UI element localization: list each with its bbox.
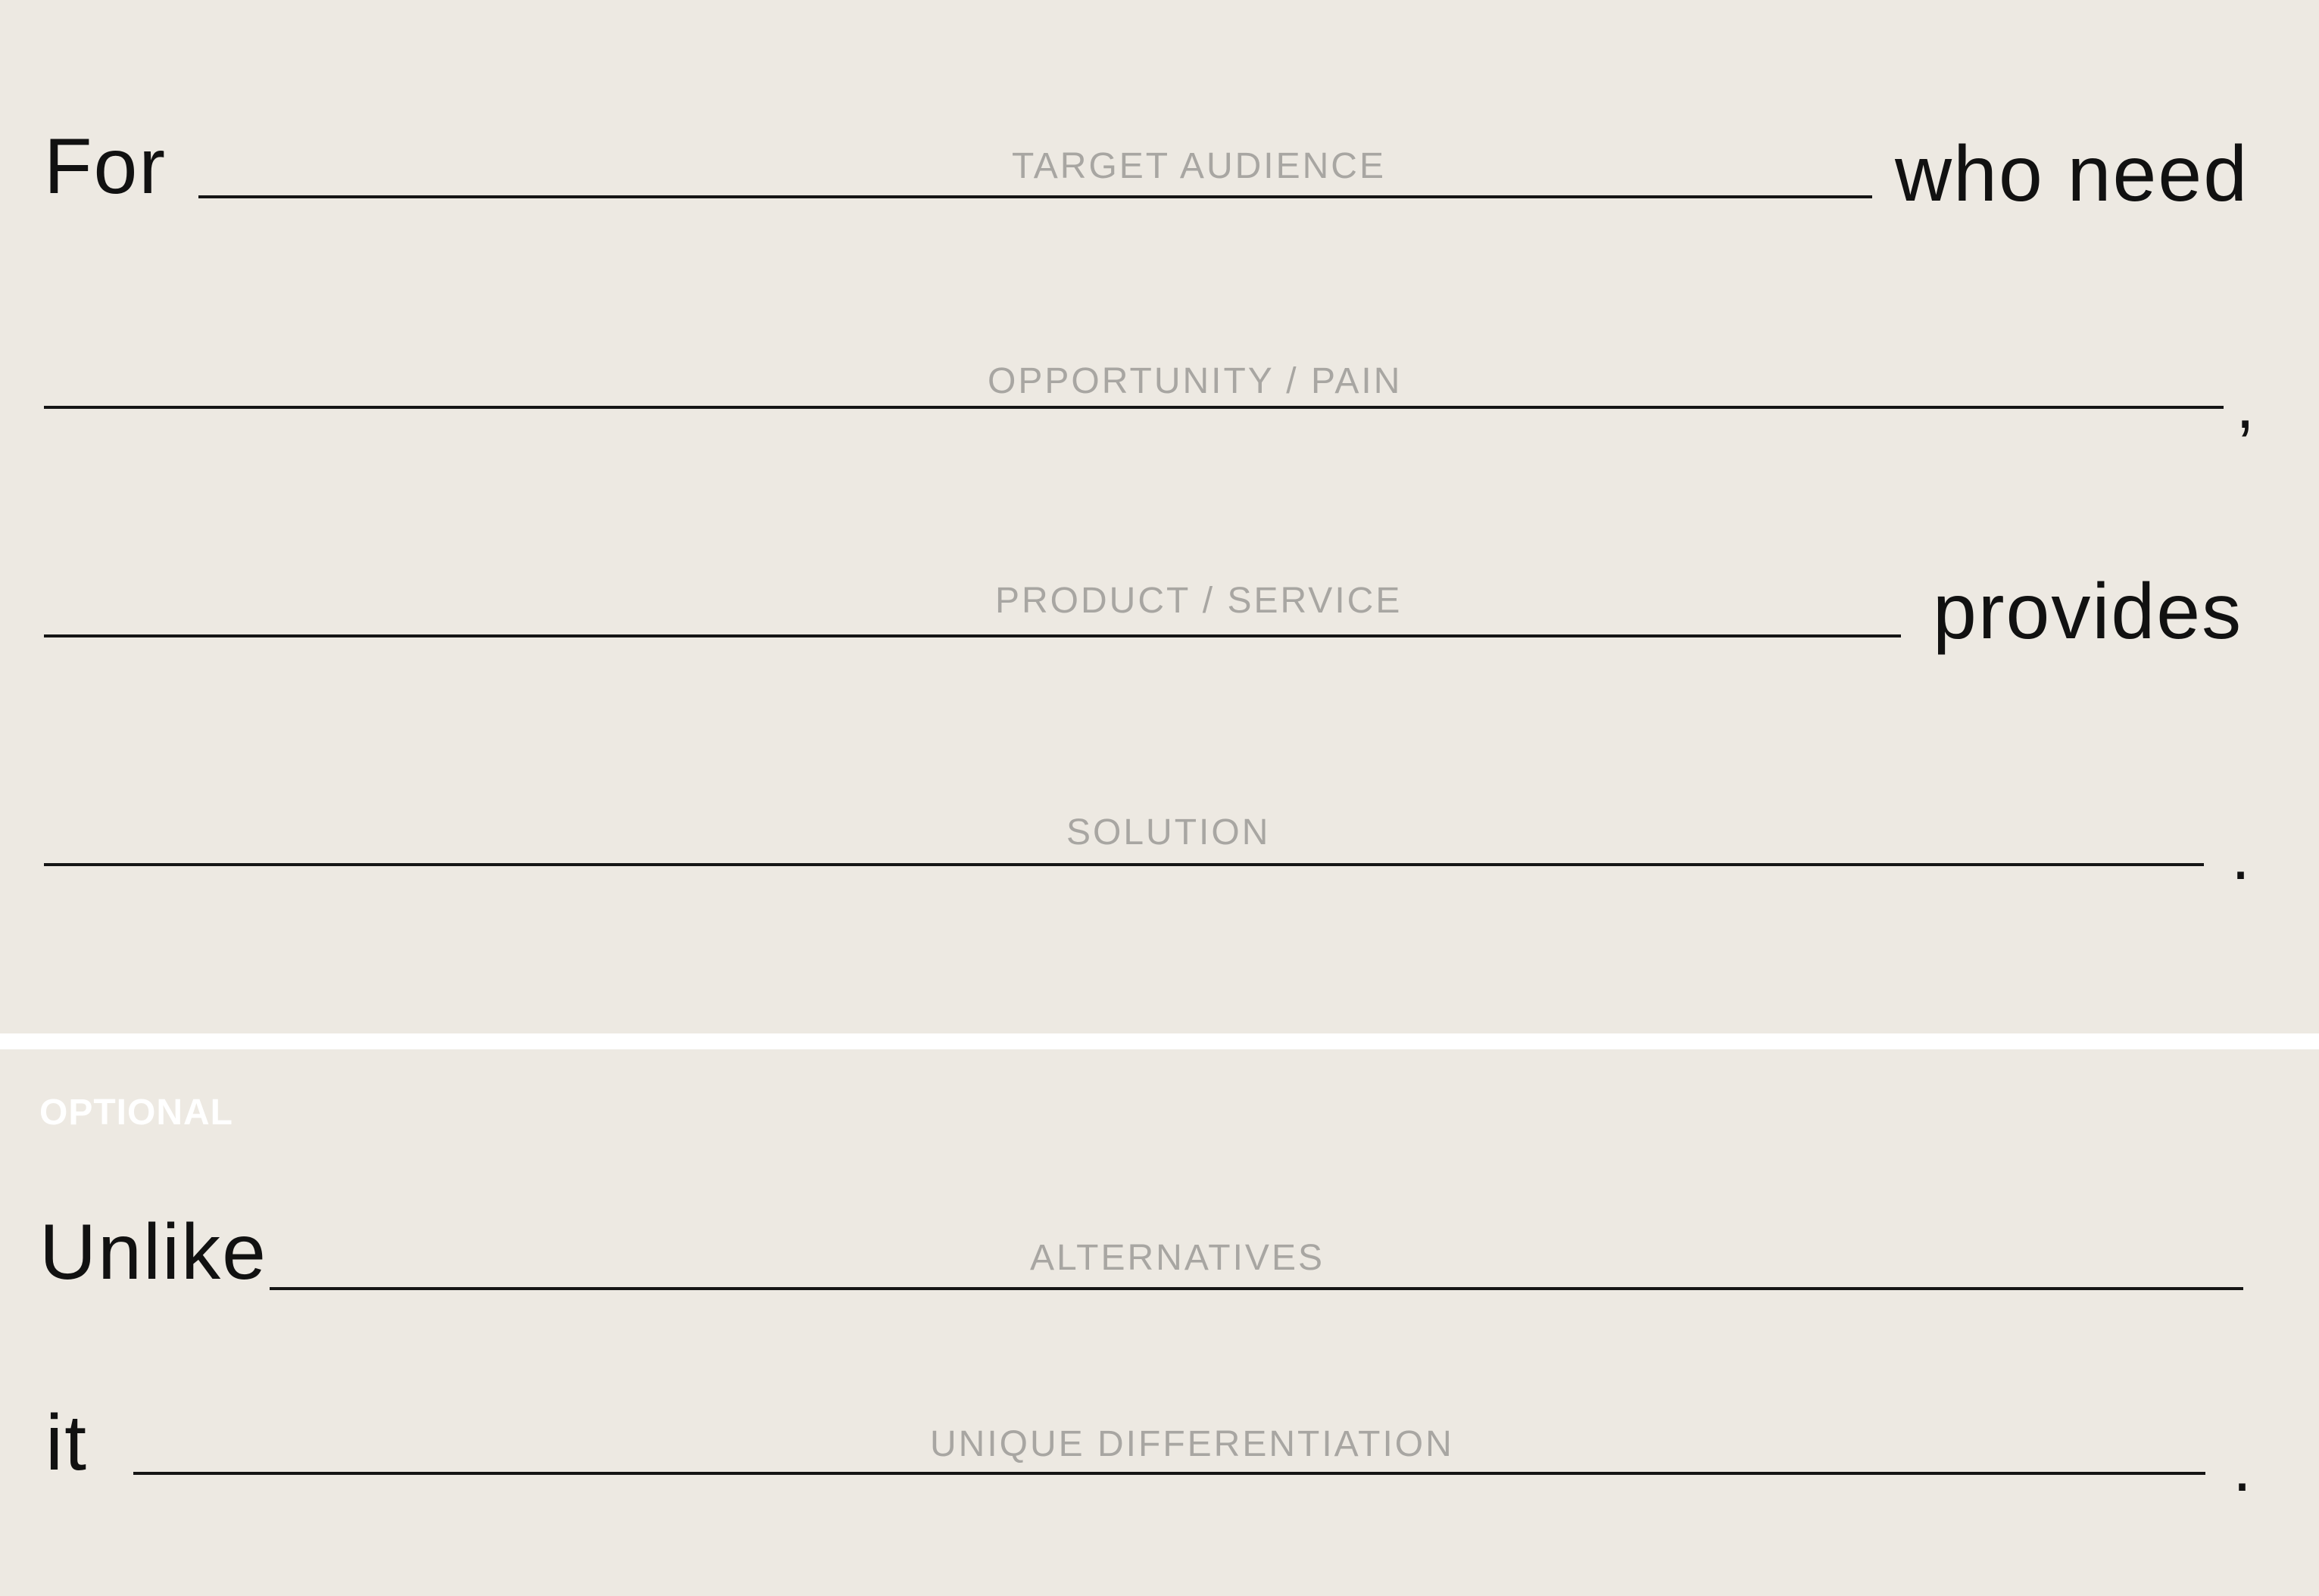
alternatives-blank[interactable]: [270, 1287, 2243, 1290]
comma-mark: ,: [2236, 367, 2255, 443]
solution-hint: SOLUTION: [1066, 812, 1271, 853]
alternatives-hint: ALTERNATIVES: [1030, 1238, 1325, 1278]
for-word: For: [44, 123, 167, 210]
unique-differentiation-hint: UNIQUE DIFFERENTIATION: [930, 1424, 1454, 1464]
who-need-word: who need: [1895, 130, 2249, 218]
product-service-blank[interactable]: [44, 634, 1901, 637]
statement-panel: For TARGET AUDIENCE who need OPPORTUNITY…: [0, 0, 2319, 1033]
unique-differentiation-blank[interactable]: [133, 1472, 2205, 1475]
unlike-word: Unlike: [39, 1208, 267, 1296]
opportunity-pain-hint: OPPORTUNITY / PAIN: [988, 361, 1403, 401]
provides-word: provides: [1933, 568, 2243, 656]
optional-panel: OPTIONAL Unlike ALTERNATIVES it UNIQUE D…: [0, 1049, 2319, 1596]
target-audience-blank[interactable]: [198, 195, 1872, 198]
period-mark-optional: .: [2233, 1430, 2252, 1506]
optional-badge: OPTIONAL: [39, 1093, 233, 1133]
it-word: it: [45, 1399, 88, 1487]
solution-blank[interactable]: [44, 863, 2204, 866]
product-service-hint: PRODUCT / SERVICE: [995, 581, 1403, 621]
target-audience-hint: TARGET AUDIENCE: [1012, 146, 1386, 186]
period-mark: .: [2231, 818, 2251, 894]
opportunity-pain-blank[interactable]: [44, 406, 2224, 409]
